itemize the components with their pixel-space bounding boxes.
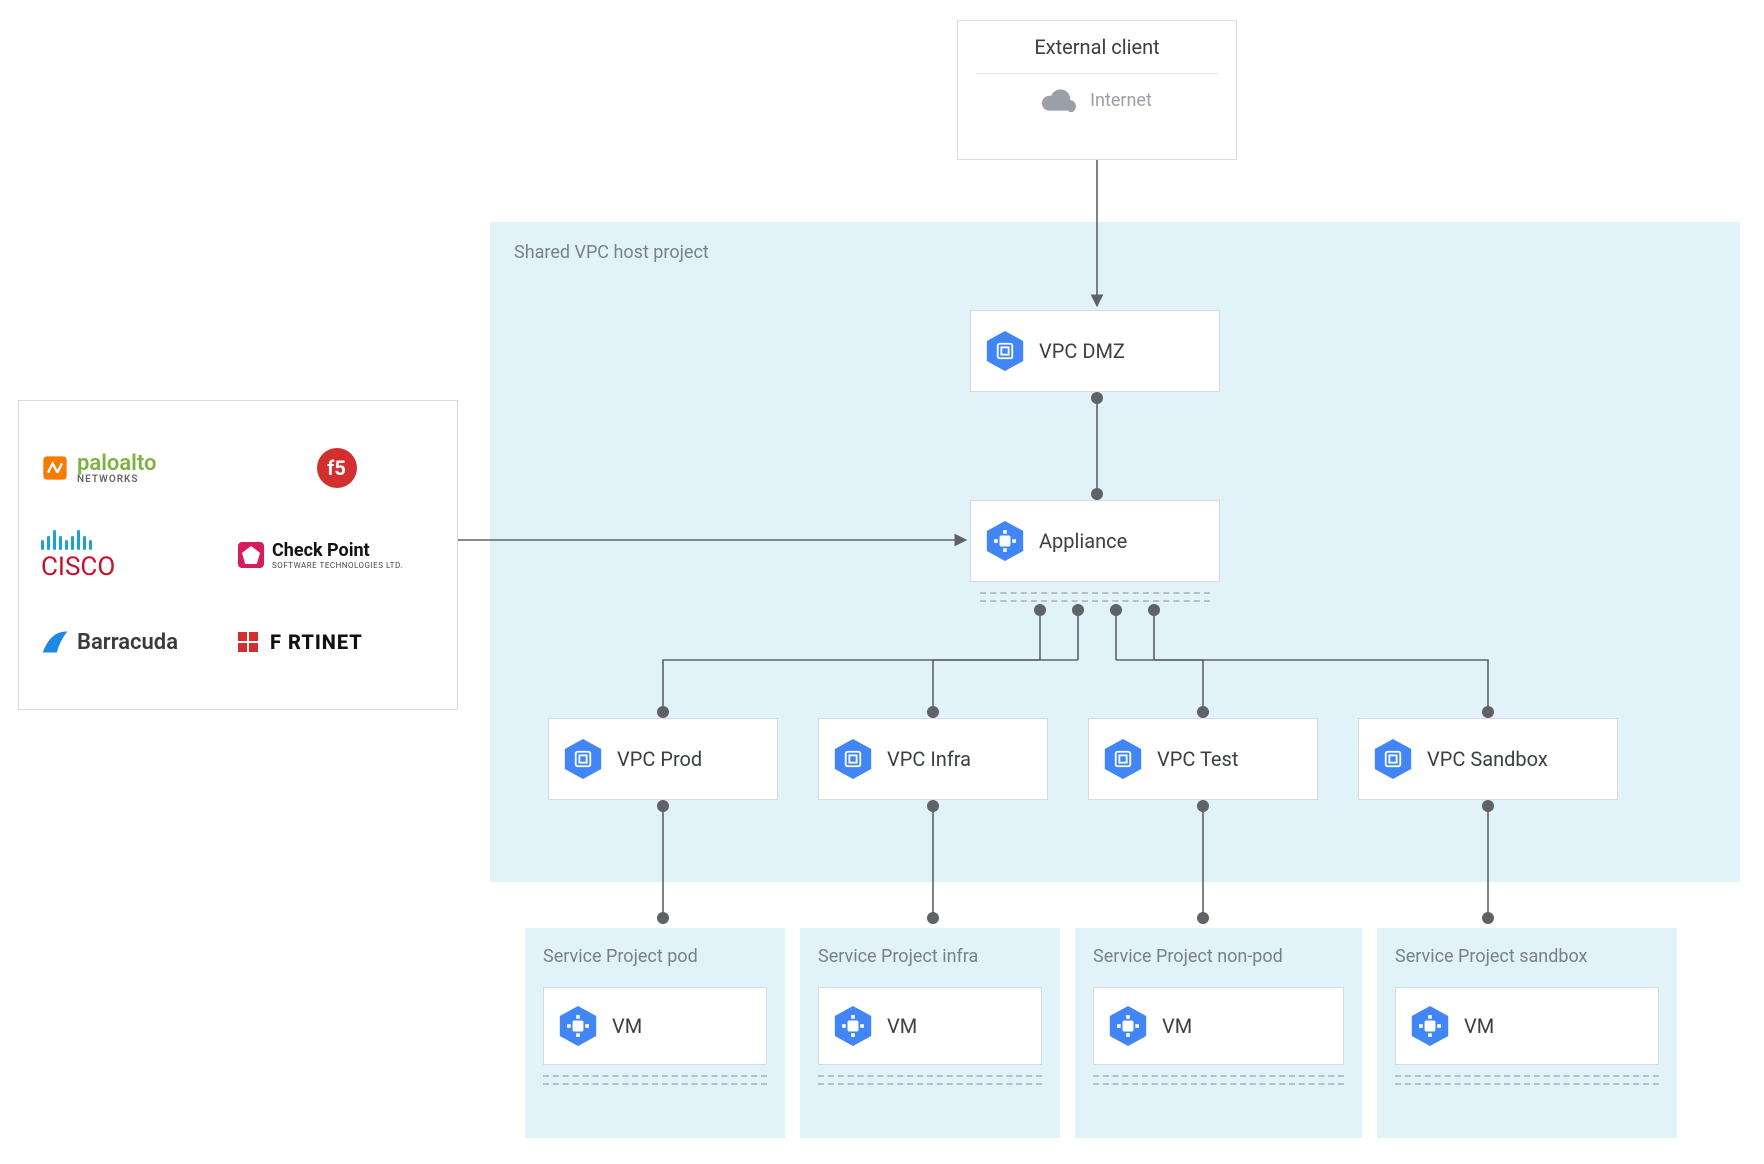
vm-nonpod: VM [1093, 987, 1344, 1065]
vm-pod: VM [543, 987, 767, 1065]
vpc-hex-icon [1103, 737, 1143, 781]
node-vpc-test-label: VPC Test [1157, 747, 1238, 771]
compute-hex-icon [558, 1004, 598, 1048]
node-vpc-infra-label: VPC Infra [887, 747, 971, 771]
vendor-appliances-box: paloalto NETWORKS f5 CISCO Check Point S… [18, 400, 458, 710]
vm-sandbox: VM [1395, 987, 1659, 1065]
vm-infra: VM [818, 987, 1042, 1065]
node-vpc-infra: VPC Infra [818, 718, 1048, 800]
external-client-box: External client Internet [957, 20, 1237, 160]
vpc-hex-icon [1373, 737, 1413, 781]
compute-hex-icon [1108, 1004, 1148, 1048]
node-vpc-test: VPC Test [1088, 718, 1318, 800]
vendor-fortinet-label: F RTINET [270, 630, 363, 654]
compute-hex-icon [985, 519, 1025, 563]
external-client-title: External client [976, 35, 1218, 74]
internet-label: Internet [1090, 90, 1152, 111]
service-project-infra: Service Project infra VM [800, 928, 1060, 1138]
internet-row: Internet [976, 88, 1218, 112]
vendor-cisco-label: CISCO [41, 552, 115, 582]
vendor-paloalto-label: paloalto [77, 451, 156, 476]
service-project-infra-label: Service Project infra [818, 946, 1042, 967]
node-vpc-prod-label: VPC Prod [617, 747, 702, 771]
node-vpc-dmz: VPC DMZ [970, 310, 1220, 392]
barracuda-fin-icon [41, 629, 69, 655]
service-project-nonpod: Service Project non-pod VM [1075, 928, 1362, 1138]
service-project-sandbox: Service Project sandbox VM [1377, 928, 1677, 1138]
cisco-bars-icon [41, 528, 92, 550]
checkpoint-icon [238, 542, 264, 568]
service-project-sandbox-label: Service Project sandbox [1395, 946, 1659, 967]
vendor-barracuda-label: Barracuda [77, 630, 178, 655]
compute-hex-icon [833, 1004, 873, 1048]
service-project-pod-label: Service Project pod [543, 946, 767, 967]
vm-nonpod-dashes [1093, 1075, 1344, 1085]
vendor-cisco: CISCO [41, 528, 115, 582]
vendor-f5: f5 [317, 448, 357, 488]
vendor-barracuda: Barracuda [41, 629, 178, 655]
vpc-hex-icon [563, 737, 603, 781]
node-vpc-sandbox-label: VPC Sandbox [1427, 747, 1548, 771]
node-vpc-prod: VPC Prod [548, 718, 778, 800]
cloud-icon [1042, 88, 1076, 112]
vendor-paloalto: paloalto NETWORKS [41, 451, 156, 485]
shared-vpc-label: Shared VPC host project [514, 242, 1716, 263]
vpc-hex-icon [985, 329, 1025, 373]
vm-pod-label: VM [612, 1014, 642, 1038]
compute-hex-icon [1410, 1004, 1450, 1048]
vendor-checkpoint: Check Point SOFTWARE TECHNOLOGIES LTD. [238, 540, 403, 570]
vendor-fortinet: F RTINET [238, 630, 363, 654]
vendor-checkpoint-sub: SOFTWARE TECHNOLOGIES LTD. [272, 561, 403, 570]
service-project-pod: Service Project pod VM [525, 928, 785, 1138]
node-vpc-dmz-label: VPC DMZ [1039, 339, 1125, 363]
vm-infra-dashes [818, 1075, 1042, 1085]
vm-pod-dashes [543, 1075, 767, 1085]
fortinet-icon [238, 632, 258, 652]
node-appliance: Appliance [970, 500, 1220, 582]
f5-badge-icon: f5 [317, 448, 357, 488]
service-project-nonpod-label: Service Project non-pod [1093, 946, 1344, 967]
vm-nonpod-label: VM [1162, 1014, 1192, 1038]
vm-sandbox-label: VM [1464, 1014, 1494, 1038]
node-appliance-label: Appliance [1039, 529, 1127, 553]
vpc-hex-icon [833, 737, 873, 781]
vm-infra-label: VM [887, 1014, 917, 1038]
vendor-checkpoint-label: Check Point [272, 540, 370, 561]
vm-sandbox-dashes [1395, 1075, 1659, 1085]
node-vpc-sandbox: VPC Sandbox [1358, 718, 1618, 800]
